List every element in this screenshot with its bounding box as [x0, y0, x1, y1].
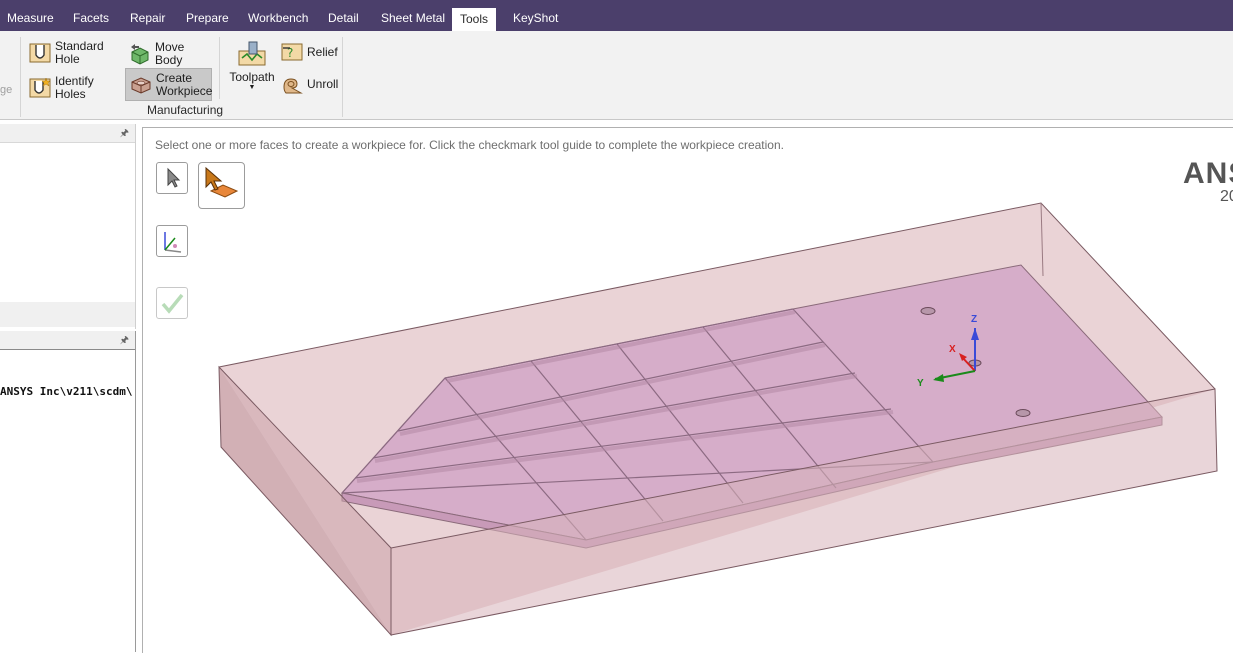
select-tool-button[interactable] [156, 162, 188, 194]
toolpath-icon [238, 41, 266, 66]
hole[interactable] [1015, 409, 1031, 417]
tab-workbench[interactable]: Workbench [248, 0, 308, 31]
move-body-button[interactable]: Move Body [129, 41, 213, 67]
ribbon-separator [342, 37, 343, 117]
identify-holes-label: Identify Holes [55, 74, 94, 101]
tab-detail[interactable]: Detail [328, 0, 359, 31]
truncated-group-label: ge [0, 84, 13, 96]
chevron-down-icon: ▼ [248, 84, 256, 91]
axis-icon [164, 232, 182, 253]
tab-sheet-metal[interactable]: Sheet Metal [381, 0, 445, 31]
x-axis-label: X [949, 344, 956, 355]
relief-icon: ? [281, 43, 303, 61]
create-workpiece-button[interactable]: Create Workpiece [125, 68, 212, 101]
status-log-panel: 🖈 ANSYS Inc\v211\scdm\ [0, 331, 136, 652]
relief-button[interactable]: ? Relief [281, 41, 339, 63]
complete-checkmark-button[interactable] [156, 287, 188, 319]
model-scene[interactable]: Z X Y [143, 128, 1233, 653]
ribbon-separator [219, 37, 220, 99]
select-face-icon [205, 166, 239, 198]
identify-holes-icon [29, 77, 51, 98]
unroll-label: Unroll [307, 76, 339, 91]
tool-hint-text: Select one or more faces to create a wor… [155, 138, 784, 152]
panel-tab-strip [0, 302, 135, 327]
toolpath-label: Toolpath [229, 70, 275, 84]
create-workpiece-label: Create Workpiece [156, 70, 213, 98]
move-body-label: Move Body [155, 40, 185, 67]
y-axis-label: Y [917, 378, 924, 389]
toolpath-button[interactable]: Toolpath ▼ [229, 41, 275, 99]
identify-holes-button[interactable]: Identify Holes [29, 75, 124, 101]
pin-icon[interactable]: 🖈 [120, 333, 129, 350]
z-axis-label: Z [971, 314, 977, 325]
manufacturing-group-label: Manufacturing [147, 103, 224, 117]
axis-tool-button[interactable] [156, 225, 188, 257]
pin-icon[interactable]: 🖈 [120, 126, 129, 143]
standard-hole-label: Standard Hole [55, 39, 104, 66]
tab-facets[interactable]: Facets [73, 0, 109, 31]
log-path-text: ANSYS Inc\v211\scdm\ [0, 385, 133, 398]
unroll-icon [283, 78, 303, 94]
tab-keyshot[interactable]: KeyShot [513, 0, 558, 31]
brand-logo: ANS [1183, 157, 1233, 190]
ribbon: ge Standard Hole Identify Holes Move Bod… [0, 31, 1233, 120]
select-faces-button[interactable] [198, 162, 245, 209]
unroll-button[interactable]: Unroll [281, 73, 339, 95]
hole[interactable] [920, 307, 936, 315]
tab-measure[interactable]: Measure [7, 0, 54, 31]
standard-hole-icon [29, 43, 51, 63]
tab-prepare[interactable]: Prepare [186, 0, 229, 31]
status-log-panel-header: 🖈 [0, 331, 135, 350]
move-body-icon [131, 44, 149, 65]
tab-repair[interactable]: Repair [130, 0, 165, 31]
standard-hole-button[interactable]: Standard Hole [29, 40, 121, 66]
brand-version: 20 [1220, 188, 1233, 205]
select-arrow-icon [167, 167, 181, 188]
relief-label: Relief [307, 44, 338, 59]
structure-panel: 🖈 [0, 124, 136, 329]
checkmark-icon [161, 293, 184, 314]
menu-bar: Measure Facets Repair Prepare Workbench … [0, 0, 1233, 39]
3d-viewport[interactable]: Z X Y Select one or more faces to create… [142, 127, 1233, 653]
create-workpiece-icon [131, 76, 151, 94]
structure-panel-header: 🖈 [0, 124, 135, 143]
ribbon-separator [20, 37, 21, 117]
